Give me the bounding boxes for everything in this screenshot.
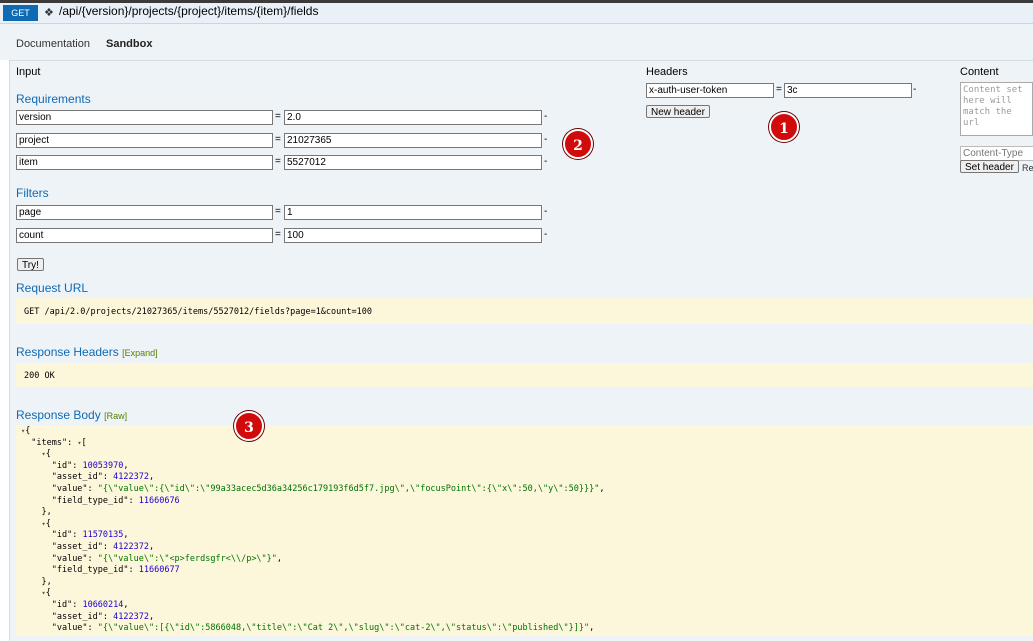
filter-name-count[interactable]: count [16,228,273,243]
tab-sandbox[interactable]: Sandbox [106,38,152,50]
remove-dash: - [913,84,917,95]
json-line: "items": ▾[ [31,437,87,448]
input-title: Input [16,66,41,78]
try-button[interactable]: Try! [17,258,44,271]
json-line: "id": 10053970, [51,460,129,471]
content-title: Content [960,66,999,78]
response-headers-label: Response Headers [16,345,119,359]
remove-dash: - [544,111,548,122]
tabs-bar: Documentation Sandbox [0,24,1033,60]
response-body-label: Response Body [16,408,101,422]
equals-sign: = [776,84,782,95]
content-textarea[interactable]: Content set here will match the url [960,82,1033,136]
equals-sign: = [275,134,281,145]
equals-sign: = [275,111,281,122]
json-line: ▾{ [21,426,31,436]
request-url-value: GET /api/2.0/projects/21027365/items/552… [24,307,372,317]
remove-dash: - [544,134,548,145]
filter-value-page[interactable]: 1 [284,205,542,220]
request-url-title: Request URL [16,281,89,295]
filter-name-page[interactable]: page [16,205,273,220]
reset-link[interactable]: Re [1022,163,1033,173]
response-headers-title: Response Headers [Expand] [16,345,158,359]
json-line: }, [21,507,52,518]
filters-title: Filters [16,186,49,200]
requirements-title: Requirements [16,92,91,106]
requirement-value-item[interactable]: 5527012 [284,155,542,170]
header-value-field[interactable]: 3c [784,83,912,98]
json-line: "field_type_id": 11660677 [51,565,180,576]
headers-title: Headers [646,66,688,78]
endpoint-path[interactable]: /api/{version}/projects/{project}/items/… [59,4,318,18]
requirement-value-project[interactable]: 21027365 [284,133,542,148]
equals-sign: = [275,206,281,217]
raw-link[interactable]: [Raw] [104,411,127,421]
response-status: 200 OK [24,371,55,381]
remove-dash: - [544,156,548,167]
callout-3: 3 [234,411,264,441]
remove-dash: - [544,206,548,217]
json-line: "value": "{\"value\":\"<p>ferdsgfr<\\/p>… [51,553,283,564]
json-line: "value": "{\"value\":[{\"id\":5866048,\"… [51,623,595,634]
json-line: "asset_id": 4122372, [51,472,155,483]
response-body-title: Response Body [Raw] [16,408,127,422]
method-badge: GET [3,5,38,21]
header-name-field[interactable]: x-auth-user-token [646,83,774,98]
response-body-json: ▾{ "items": ▾[ ▾{ "id": 10053970, "asset… [21,426,1031,635]
request-url-box: GET /api/2.0/projects/21027365/items/552… [16,298,1033,324]
tab-documentation[interactable]: Documentation [16,38,90,50]
json-line: "id": 11570135, [51,530,129,541]
json-line: "id": 10660214, [51,599,129,610]
callout-1: 1 [769,112,799,142]
expand-link[interactable]: [Expand] [122,348,158,358]
json-line: "value": "{\"value\":{\"id\":\"99a33acec… [51,483,605,494]
content-type-field[interactable]: Content-Type [960,146,1033,161]
callout-2: 2 [563,129,593,159]
requirement-value-version[interactable]: 2.0 [284,110,542,125]
json-line: "asset_id": 4122372, [51,611,155,622]
equals-sign: = [275,156,281,167]
requirement-name-version[interactable]: version [16,110,273,125]
new-header-button[interactable]: New header [646,105,710,118]
path-icon: ❖ [44,7,54,19]
json-line: ▾{ [41,588,51,599]
set-header-button[interactable]: Set header [960,160,1019,173]
json-line: }, [21,576,52,587]
json-line: "field_type_id": 11660676 [51,495,180,506]
endpoint-header[interactable]: GET ❖ /api/{version}/projects/{project}/… [0,3,1033,24]
json-line: ▾{ [41,518,51,529]
filter-value-count[interactable]: 100 [284,228,542,243]
remove-dash: - [544,229,548,240]
response-headers-box: 200 OK [16,363,1033,387]
json-line: ▾{ [41,449,51,460]
requirement-name-project[interactable]: project [16,133,273,148]
json-line: "asset_id": 4122372, [51,541,155,552]
requirement-name-item[interactable]: item [16,155,273,170]
equals-sign: = [275,229,281,240]
